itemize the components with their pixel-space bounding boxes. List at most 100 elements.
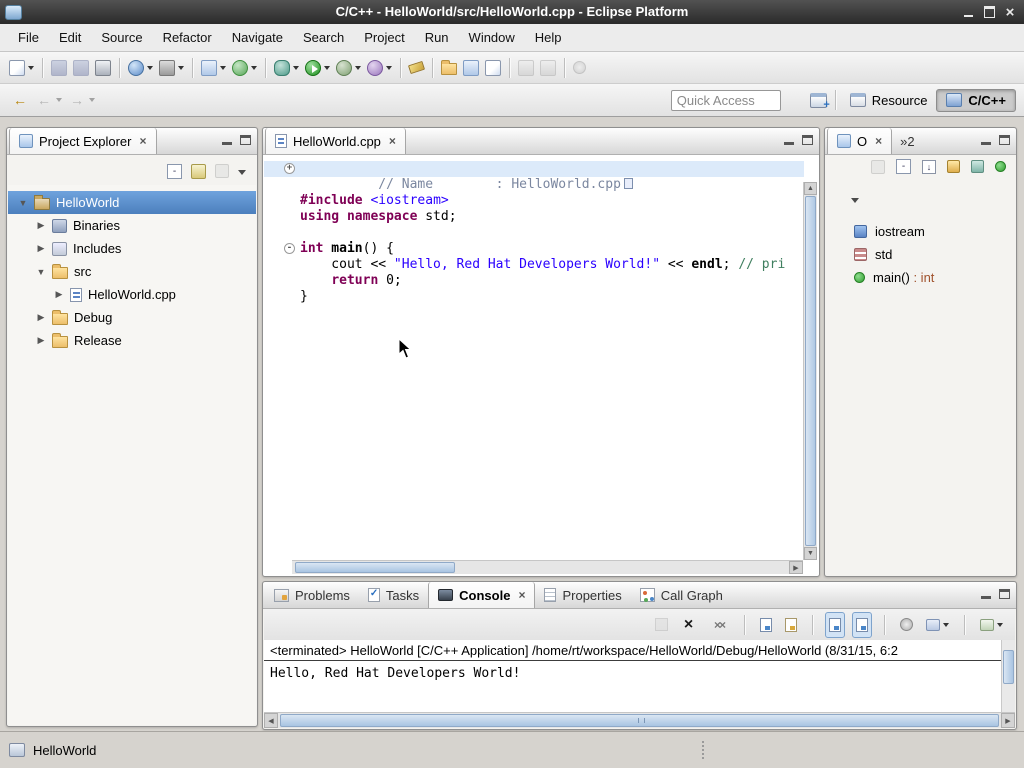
- scrollbar-thumb[interactable]: [805, 196, 816, 546]
- close-icon[interactable]: [389, 134, 396, 148]
- scroll-lock-icon[interactable]: [825, 612, 845, 638]
- titlebar[interactable]: C/C++ - HelloWorld/src/HelloWorld.cpp - …: [0, 0, 1024, 24]
- tree-item-helloworld[interactable]: HelloWorld: [8, 191, 256, 214]
- tree-item-binaries[interactable]: Binaries: [8, 214, 256, 237]
- open-type-icon[interactable]: [482, 55, 504, 81]
- tab-problems[interactable]: Problems: [265, 582, 359, 608]
- scrollbar-thumb[interactable]: [1003, 650, 1014, 684]
- tab-properties[interactable]: Properties: [535, 582, 630, 608]
- tree-item-helloworld-cpp[interactable]: HelloWorld.cpp: [8, 283, 256, 306]
- new-class-icon[interactable]: [229, 55, 260, 81]
- terminate-icon[interactable]: [652, 612, 671, 638]
- new-wizard-icon[interactable]: [6, 55, 37, 81]
- prev-annotation-icon[interactable]: [537, 55, 559, 81]
- minimize-icon[interactable]: [959, 4, 977, 21]
- build-all-icon[interactable]: [125, 55, 156, 81]
- outline-item-main[interactable]: main() : int: [826, 266, 1015, 289]
- maximize-view-icon[interactable]: [999, 589, 1010, 599]
- scroll-up-icon[interactable]: [804, 182, 817, 195]
- run-icon[interactable]: [302, 55, 333, 81]
- menu-window[interactable]: Window: [459, 25, 525, 50]
- perspective-cpp-button[interactable]: C/C++: [936, 89, 1016, 112]
- outline-item-iostream[interactable]: iostream: [826, 220, 1015, 243]
- search-icon[interactable]: [406, 55, 427, 81]
- close-icon[interactable]: [875, 134, 882, 148]
- maximize-view-icon[interactable]: [240, 135, 251, 145]
- maximize-view-icon[interactable]: [999, 135, 1010, 145]
- fold-expand-icon[interactable]: [284, 163, 295, 174]
- new-source-file-icon[interactable]: [198, 55, 229, 81]
- app-menu-icon[interactable]: [5, 5, 22, 20]
- hide-static-icon[interactable]: [971, 160, 984, 173]
- menu-search[interactable]: Search: [293, 25, 354, 50]
- open-perspective-icon[interactable]: [807, 87, 830, 113]
- close-icon[interactable]: [139, 134, 146, 148]
- tab-console[interactable]: Console: [428, 582, 535, 608]
- save-all-icon[interactable]: [70, 55, 92, 81]
- maximize-icon[interactable]: [980, 4, 998, 21]
- menu-edit[interactable]: Edit: [49, 25, 91, 50]
- expander-icon[interactable]: [36, 312, 46, 323]
- minimize-view-icon[interactable]: [222, 142, 232, 145]
- tree-item-debug[interactable]: Debug: [8, 306, 256, 329]
- open-resource-icon[interactable]: [460, 55, 482, 81]
- tree-item-src[interactable]: src: [8, 260, 256, 283]
- tab-helloworld-cpp[interactable]: HelloWorld.cpp: [265, 128, 406, 154]
- menu-file[interactable]: File: [8, 25, 49, 50]
- tab-tasks[interactable]: Tasks: [359, 582, 428, 608]
- open-element-icon[interactable]: [438, 55, 460, 81]
- word-wrap-icon[interactable]: [852, 612, 872, 638]
- remove-all-launches-icon[interactable]: [706, 612, 732, 638]
- expander-icon[interactable]: [36, 335, 46, 346]
- back-icon[interactable]: [32, 87, 65, 113]
- expander-icon[interactable]: [36, 243, 46, 254]
- scroll-down-icon[interactable]: [804, 547, 817, 560]
- link-with-editor-icon[interactable]: [191, 164, 206, 179]
- collapse-all-icon[interactable]: [896, 159, 911, 174]
- view-menu-icon[interactable]: [238, 170, 246, 175]
- outline-item-std[interactable]: std: [826, 243, 1015, 266]
- menu-refactor[interactable]: Refactor: [153, 25, 222, 50]
- console-output[interactable]: Hello, Red Hat Developers World!: [264, 661, 1001, 712]
- debug-icon[interactable]: [271, 55, 302, 81]
- close-icon[interactable]: [518, 588, 525, 602]
- tab-call-graph[interactable]: Call Graph: [631, 582, 732, 608]
- minimize-view-icon[interactable]: [784, 142, 794, 145]
- code-editor[interactable]: // Name : HelloWorld.cpp #include <iostr…: [264, 155, 804, 561]
- focus-icon[interactable]: [215, 164, 229, 178]
- collapse-all-icon[interactable]: [167, 164, 182, 179]
- expander-icon[interactable]: [36, 267, 46, 277]
- menu-navigate[interactable]: Navigate: [222, 25, 293, 50]
- expander-icon[interactable]: [36, 220, 46, 231]
- sort-icon[interactable]: [922, 160, 936, 174]
- close-icon[interactable]: [1001, 4, 1019, 21]
- hide-fields-icon[interactable]: [947, 160, 960, 173]
- save-icon[interactable]: [48, 55, 70, 81]
- menu-help[interactable]: Help: [525, 25, 572, 50]
- editor-vertical-scrollbar[interactable]: [803, 182, 817, 560]
- maximize-view-icon[interactable]: [802, 135, 813, 145]
- profile-icon[interactable]: [364, 55, 395, 81]
- scroll-right-icon[interactable]: [789, 561, 803, 574]
- menu-run[interactable]: Run: [415, 25, 459, 50]
- tree-item-includes[interactable]: Includes: [8, 237, 256, 260]
- remove-launch-icon[interactable]: [678, 612, 699, 638]
- scrollbar-thumb[interactable]: [295, 562, 455, 573]
- open-console-icon[interactable]: [977, 612, 1006, 638]
- statusbar-grip[interactable]: [702, 741, 704, 759]
- editor-horizontal-scrollbar[interactable]: [292, 560, 803, 574]
- print-icon[interactable]: [92, 55, 114, 81]
- menu-source[interactable]: Source: [91, 25, 152, 50]
- minimize-view-icon[interactable]: [981, 596, 991, 599]
- hide-non-public-icon[interactable]: [995, 161, 1006, 172]
- tree-item-release[interactable]: Release: [8, 329, 256, 352]
- expander-icon[interactable]: [54, 289, 64, 300]
- view-menu-chevron-icon[interactable]: [851, 198, 859, 203]
- forward-icon[interactable]: [65, 87, 98, 113]
- quick-access-input[interactable]: [671, 90, 781, 111]
- expander-icon[interactable]: [18, 198, 28, 208]
- fold-collapse-icon[interactable]: [284, 243, 295, 254]
- hidden-views-badge[interactable]: »2: [900, 128, 914, 154]
- tab-project-explorer[interactable]: Project Explorer: [9, 128, 157, 154]
- scroll-left-icon[interactable]: [264, 713, 278, 728]
